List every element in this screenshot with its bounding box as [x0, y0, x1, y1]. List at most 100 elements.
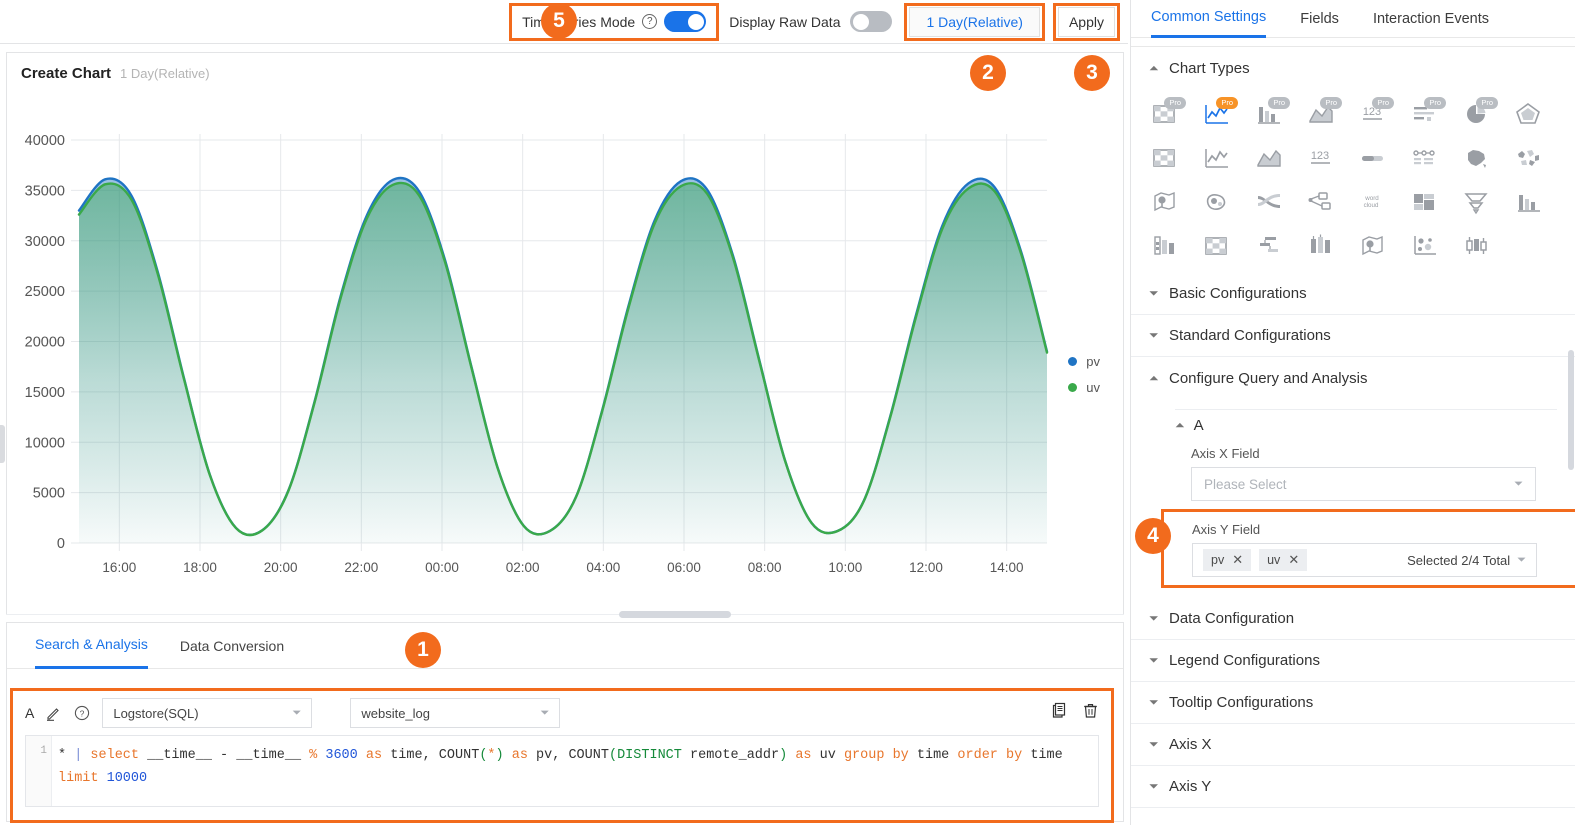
world-map-icon[interactable] — [1509, 141, 1549, 175]
legend-item-pv[interactable]: pv — [1068, 354, 1100, 369]
table-pro-icon[interactable]: Pro — [1145, 97, 1186, 131]
logstore-select[interactable]: website_log ⏷ — [350, 698, 561, 728]
radar-chart-icon[interactable] — [1509, 97, 1549, 131]
tab-common-settings[interactable]: Common Settings — [1151, 0, 1267, 38]
chart-card: Create Chart 1 Day(Relative) 0 5000 10000 1… — [6, 52, 1124, 615]
svg-text:14:00: 14:00 — [990, 560, 1024, 575]
grid-table-icon[interactable] — [1197, 229, 1237, 263]
close-icon[interactable]: ✕ — [1288, 552, 1299, 568]
section-configure-query-analysis[interactable]: ⏶ Configure Query and Analysis — [1131, 357, 1575, 399]
svg-text:35000: 35000 — [25, 183, 65, 199]
area-chart-pro-icon[interactable]: Pro — [1301, 97, 1342, 131]
legend-dot-pv — [1068, 357, 1078, 366]
axis-y-field-multiselect[interactable]: pv ✕ uv ✕ Selected 2/4 Total ⏷ — [1192, 543, 1537, 577]
section-title-chart-types: Chart Types — [1169, 59, 1250, 77]
section-axis-y[interactable]: ⏷ Axis Y — [1131, 766, 1575, 808]
section-axis-x[interactable]: ⏷ Axis X — [1131, 724, 1575, 766]
display-raw-data-label: Display Raw Data — [729, 13, 841, 30]
legend-item-uv[interactable]: uv — [1068, 380, 1100, 395]
stacked-bar-icon[interactable] — [1145, 229, 1185, 263]
query-toolbar-row: A ? Logstore(SQL) ⏷ website_log ⏷ — [13, 691, 1111, 735]
section-standard-configurations[interactable]: ⏷ Standard Configurations — [1131, 315, 1575, 357]
edit-pen-icon[interactable] — [46, 705, 62, 721]
annotation-badge-4: 4 — [1135, 518, 1171, 554]
query-help-icon[interactable]: ? — [74, 705, 90, 721]
sql-token: % — [309, 748, 326, 763]
chart-type-icon-grid[interactable]: Pro Pro Pro Pro 123 Pro Pro Pro 123 word… — [1131, 89, 1575, 273]
line-chart-pro-icon[interactable]: Pro — [1197, 97, 1238, 131]
sql-token: as — [795, 748, 820, 763]
single-value-pro-icon[interactable]: 123 Pro — [1353, 97, 1394, 131]
tab-fields[interactable]: Fields — [1300, 0, 1339, 38]
sql-token: COUNT — [568, 748, 609, 763]
apply-button[interactable]: Apply — [1057, 6, 1115, 37]
box-plot-icon[interactable] — [1457, 229, 1497, 263]
chart-horizontal-scrollbar[interactable] — [6, 610, 1124, 620]
axis-y-selected-count-group: Selected 2/4 Total ⏷ — [1407, 553, 1526, 568]
area-chart-icon[interactable] — [1249, 141, 1289, 175]
china-map-icon[interactable] — [1457, 141, 1497, 175]
amoeba-icon[interactable] — [1197, 185, 1237, 219]
sql-token: limit — [58, 771, 107, 786]
right-panel-scrollbar[interactable] — [1568, 350, 1574, 470]
treemap-icon[interactable] — [1405, 185, 1445, 219]
help-icon[interactable]: ? — [642, 14, 658, 29]
close-icon[interactable]: ✕ — [1232, 552, 1243, 568]
word-cloud-icon[interactable]: word cloud — [1353, 185, 1393, 219]
section-chart-types[interactable]: ⏶ Chart Types — [1131, 47, 1575, 89]
section-data-configuration[interactable]: ⏷ Data Configuration — [1131, 598, 1575, 640]
chip-label: pv — [1211, 553, 1225, 567]
candlestick-icon[interactable] — [1301, 229, 1341, 263]
axis-y-chip-pv[interactable]: pv ✕ — [1203, 549, 1252, 571]
topology-icon[interactable] — [1301, 185, 1341, 219]
sankey-icon[interactable] — [1249, 185, 1289, 219]
single-number-icon[interactable]: 123 — [1301, 141, 1341, 175]
logstore-value: website_log — [361, 705, 430, 721]
section-tooltip-configurations[interactable]: ⏷ Tooltip Configurations — [1131, 682, 1575, 724]
svg-text:cloud: cloud — [1364, 202, 1379, 209]
delete-icon[interactable] — [1082, 702, 1099, 724]
query-group-label: A — [1193, 416, 1204, 434]
svg-text:123: 123 — [1311, 150, 1329, 162]
display-raw-data-toggle[interactable] — [850, 11, 893, 32]
list-pro-icon[interactable]: Pro — [1405, 97, 1446, 131]
line-chart-icon[interactable] — [1197, 141, 1237, 175]
sql-code-content[interactable]: * | select __time__ - __time__ % 3600 as… — [52, 736, 1098, 806]
tab-interaction-events[interactable]: Interaction Events — [1373, 0, 1489, 38]
pie-chart-pro-icon[interactable]: Pro — [1457, 97, 1498, 131]
scatter-icon[interactable] — [1405, 229, 1445, 263]
copy-icon[interactable] — [1051, 702, 1068, 724]
funnel-icon[interactable] — [1457, 185, 1497, 219]
section-legend-configurations[interactable]: ⏷ Legend Configurations — [1131, 640, 1575, 682]
axis-x-field-select[interactable]: Please Select ⏷ — [1191, 467, 1536, 501]
chevron-down-icon: ⏷ — [1149, 695, 1159, 709]
chevron-down-icon: ⏷ — [292, 706, 302, 719]
sql-editor[interactable]: 1 * | select __time__ - __time__ % 3600 … — [25, 735, 1099, 807]
left-collapse-handle[interactable] — [0, 425, 5, 463]
section-basic-configurations[interactable]: ⏷ Basic Configurations — [1131, 273, 1575, 315]
editor-line-number: 1 — [26, 736, 52, 806]
time-range-button[interactable]: 1 Day(Relative) — [909, 6, 1040, 37]
bar-chart-pro-icon[interactable]: Pro — [1249, 97, 1290, 131]
chevron-down-icon: ⏷ — [1149, 737, 1159, 751]
query-group-header[interactable]: ⏶ A — [1149, 410, 1557, 440]
column-series-icon[interactable] — [1509, 185, 1549, 219]
geo-point-icon[interactable] — [1353, 229, 1393, 263]
right-settings-panel: Common Settings Fields Interaction Event… — [1130, 0, 1575, 825]
table-icon[interactable] — [1145, 141, 1185, 175]
map-marker-icon[interactable] — [1145, 185, 1185, 219]
svg-text:12:00: 12:00 — [909, 560, 943, 575]
axis-x-placeholder: Please Select — [1204, 476, 1287, 492]
chart-plot-area[interactable]: 0 5000 10000 15000 20000 25000 30000 35000 40000… — [7, 82, 1125, 592]
axis-y-chip-uv[interactable]: uv ✕ — [1259, 549, 1308, 571]
svg-text:?: ? — [80, 708, 85, 718]
scrollbar-thumb[interactable] — [619, 611, 731, 618]
tab-data-conversion[interactable]: Data Conversion — [180, 623, 284, 669]
tab-search-analysis[interactable]: Search & Analysis — [35, 623, 148, 669]
flow-diagram-icon[interactable] — [1405, 141, 1445, 175]
sql-token: remote_addr — [690, 748, 780, 763]
gantt-icon[interactable] — [1249, 229, 1289, 263]
progress-bar-icon[interactable] — [1353, 141, 1393, 175]
time-series-mode-toggle[interactable] — [664, 11, 707, 32]
source-type-select[interactable]: Logstore(SQL) ⏷ — [102, 698, 313, 728]
